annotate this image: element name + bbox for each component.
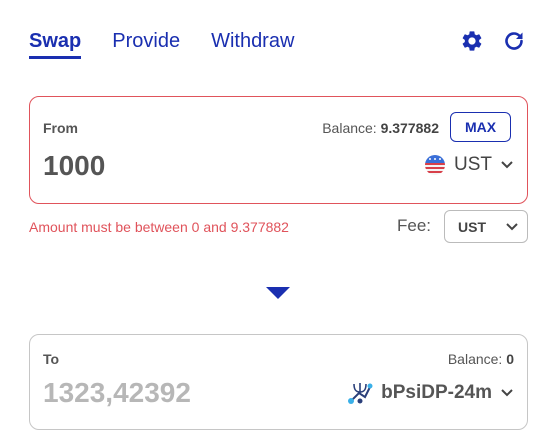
settings-button[interactable] bbox=[459, 28, 485, 54]
tab-swap[interactable]: Swap bbox=[29, 28, 82, 59]
refresh-button[interactable] bbox=[501, 28, 527, 54]
to-label: To bbox=[43, 351, 60, 367]
from-label: From bbox=[43, 120, 78, 136]
swap-direction-arrow-icon[interactable] bbox=[266, 287, 290, 301]
refresh-icon bbox=[505, 32, 523, 50]
fee-token-name: UST bbox=[458, 218, 486, 235]
from-panel: From Balance: 9.377882 MAX 1000 UST bbox=[29, 96, 528, 204]
to-panel: To Balance: 0 1323,42392 bPsiDP-24m bbox=[29, 334, 528, 430]
from-token-select[interactable]: UST bbox=[424, 154, 514, 176]
to-balance-value: 0 bbox=[506, 351, 514, 367]
tab-bar: Swap Provide Withdraw bbox=[29, 28, 325, 59]
fee-label: Fee: bbox=[397, 216, 432, 235]
from-balance: Balance: 9.377882 bbox=[322, 120, 439, 136]
amount-error-message: Amount must be between 0 and 9.377882 bbox=[29, 219, 289, 235]
from-balance-label: Balance: bbox=[322, 120, 377, 136]
chevron-down-icon bbox=[501, 161, 513, 169]
bpsi-token-icon bbox=[348, 383, 373, 404]
ust-token-icon bbox=[425, 155, 445, 175]
to-balance-label: Balance: bbox=[447, 351, 503, 367]
chevron-down-icon bbox=[506, 222, 518, 230]
fee-token-select[interactable]: UST bbox=[444, 210, 528, 243]
to-amount-output: 1323,42392 bbox=[43, 377, 191, 408]
to-token-name: bPsiDP-24m bbox=[381, 382, 492, 403]
tab-provide[interactable]: Provide bbox=[112, 28, 180, 54]
to-balance: Balance: 0 bbox=[448, 351, 514, 367]
header-actions bbox=[459, 28, 527, 54]
chevron-down-icon bbox=[501, 389, 513, 397]
max-button[interactable]: MAX bbox=[450, 112, 511, 142]
from-token-name: UST bbox=[454, 154, 492, 175]
gear-icon bbox=[462, 31, 482, 51]
from-balance-value: 9.377882 bbox=[380, 120, 439, 136]
to-token-select[interactable]: bPsiDP-24m bbox=[347, 381, 514, 405]
from-amount-input[interactable]: 1000 bbox=[43, 150, 105, 182]
tab-withdraw[interactable]: Withdraw bbox=[211, 28, 294, 54]
